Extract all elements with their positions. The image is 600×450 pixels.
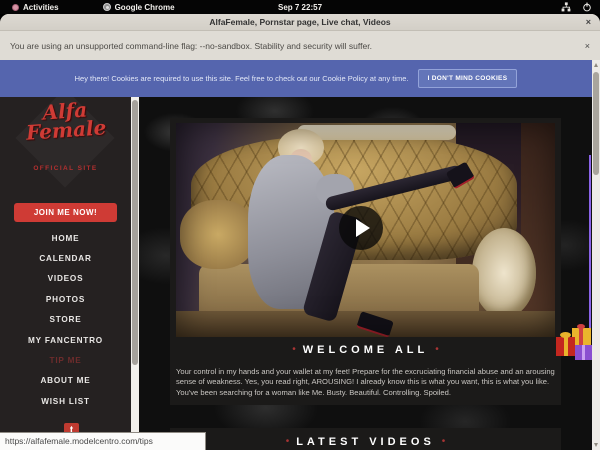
join-me-now-button[interactable]: JOIN ME NOW! — [14, 203, 117, 222]
chrome-icon — [103, 3, 111, 11]
window-title: AlfaFemale, Pornstar page, Live chat, Vi… — [209, 17, 390, 27]
gift-box-red-icon — [556, 337, 575, 356]
cookie-accept-button[interactable]: I DON'T MIND COOKIES — [418, 69, 518, 88]
video-play-button[interactable] — [339, 206, 383, 250]
play-icon — [356, 219, 370, 237]
sidebar-item-photos[interactable]: PHOTOS — [0, 289, 131, 309]
window-titlebar[interactable]: AlfaFemale, Pornstar page, Live chat, Vi… — [0, 14, 600, 31]
network-icon — [561, 2, 571, 12]
browser-window: AlfaFemale, Pornstar page, Live chat, Vi… — [0, 14, 600, 450]
link-status-tooltip: https://alfafemale.modelcentro.com/tips — [0, 432, 206, 450]
latest-videos-heading: • LATEST VIDEOS • — [170, 436, 561, 448]
sandbox-warning-infobar: You are using an unsupported command-lin… — [0, 31, 600, 60]
power-icon — [582, 2, 592, 12]
sidebar: Alfa Female OFFICIAL SITE JOIN ME NOW! H… — [0, 97, 131, 450]
welcome-heading-text: WELCOME ALL — [303, 344, 428, 356]
welcome-card: • WELCOME ALL • Your control in my hands… — [170, 118, 561, 405]
focused-app-menu[interactable]: Google Chrome — [103, 3, 175, 12]
sidebar-item-calendar[interactable]: CALENDAR — [0, 248, 131, 268]
sidebar-item-home[interactable]: HOME — [0, 228, 131, 248]
infobar-message: You are using an unsupported command-lin… — [10, 41, 372, 51]
sidebar-item-my-fancentro[interactable]: MY FANCENTRO — [0, 330, 131, 350]
heading-bullet-left: • — [292, 345, 296, 355]
cookie-consent-banner: Hey there! Cookies are required to use t… — [0, 60, 592, 97]
latest-videos-card: • LATEST VIDEOS • — [170, 428, 561, 450]
system-top-bar: Activities Google Chrome Sep 7 22:57 — [0, 0, 600, 14]
sidebar-item-videos[interactable]: VIDEOS — [0, 269, 131, 289]
browser-scrollbar[interactable] — [592, 60, 600, 450]
clock[interactable]: Sep 7 22:57 — [0, 3, 600, 12]
heading-bullet-right: • — [442, 437, 446, 447]
sidebar-item-about-me[interactable]: ABOUT ME — [0, 371, 131, 391]
official-site-tagline: OFFICIAL SITE — [0, 165, 131, 172]
welcome-paragraph: Your control in my hands and your wallet… — [176, 367, 555, 398]
scroll-down-arrow-icon[interactable] — [594, 443, 598, 447]
cookie-message: Hey there! Cookies are required to use t… — [75, 74, 409, 83]
welcome-heading: • WELCOME ALL • — [170, 344, 561, 356]
sidebar-scrollbar[interactable] — [131, 97, 139, 450]
video-thumbnail[interactable] — [176, 123, 555, 337]
page-viewport: Hey there! Cookies are required to use t… — [0, 60, 600, 450]
latest-videos-heading-text: LATEST VIDEOS — [296, 436, 435, 448]
heading-bullet-left: • — [286, 437, 290, 447]
sidebar-menu: HOMECALENDARVIDEOSPHOTOSSTOREMY FANCENTR… — [0, 228, 131, 412]
main-content-area: • WELCOME ALL • Your control in my hands… — [139, 97, 592, 450]
activities-label: Activities — [23, 3, 59, 12]
app-menu-label: Google Chrome — [115, 3, 175, 12]
gift-widget-tab[interactable] — [589, 155, 591, 345]
recording-indicator-icon — [12, 4, 19, 11]
activities-button[interactable]: Activities — [12, 3, 59, 12]
system-tray[interactable] — [561, 2, 592, 12]
gift-box-purple-icon — [575, 345, 592, 360]
infobar-close-button[interactable]: × — [585, 41, 590, 51]
sidebar-item-tip-me[interactable]: TIP ME — [0, 350, 131, 370]
browser-scrollbar-thumb[interactable] — [593, 72, 599, 175]
scroll-up-arrow-icon[interactable] — [594, 63, 598, 67]
sidebar-item-store[interactable]: STORE — [0, 310, 131, 330]
sidebar-scrollbar-thumb[interactable] — [132, 100, 138, 365]
sidebar-item-wish-list[interactable]: WISH LIST — [0, 391, 131, 411]
site-page: Alfa Female OFFICIAL SITE JOIN ME NOW! H… — [0, 97, 592, 450]
window-close-button[interactable]: × — [586, 14, 591, 31]
send-gift-widget[interactable] — [556, 328, 592, 364]
heading-bullet-right: • — [435, 345, 439, 355]
